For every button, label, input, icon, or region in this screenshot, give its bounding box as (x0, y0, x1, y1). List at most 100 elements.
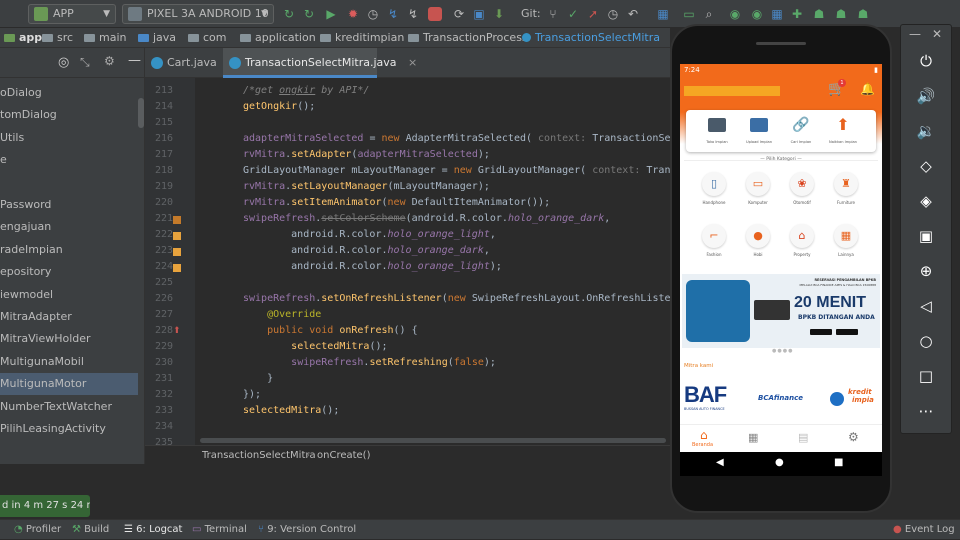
override-icon[interactable]: ⬆ (173, 326, 181, 336)
project-tree-item[interactable]: NumberTextWatcher (0, 396, 138, 418)
bell-icon[interactable]: 🔔 (860, 82, 875, 96)
minimize-icon[interactable]: — (909, 27, 921, 41)
project-tree-item[interactable]: radeImpian (0, 239, 138, 261)
phone-screen[interactable]: 7:24 ▮ 🛒 1 🔔 Toko Impian Upload Impian 🔗… (680, 64, 882, 476)
debug-icon[interactable]: ✹ (346, 7, 360, 21)
coverage-icon[interactable]: ↯ (406, 7, 420, 21)
project-tree-item[interactable]: tomDialog (0, 104, 138, 126)
project-tree-item[interactable]: MitraViewHolder (0, 328, 138, 350)
tab-transactionselectmitra-java[interactable]: TransactionSelectMitra.java × (223, 48, 417, 78)
device-combo[interactable]: PIXEL 3A ANDROID 10 ▼ (122, 4, 274, 24)
avd-manager-icon[interactable]: ▣ (472, 7, 486, 21)
profiler-button[interactable]: ◔ Profiler (14, 520, 61, 540)
structure-icon[interactable]: ▦ (656, 7, 670, 21)
search-icon[interactable]: ⌕ (702, 7, 716, 21)
version-control-button[interactable]: ⑂ 9: Version Control (258, 520, 356, 540)
build-button[interactable]: ⚒ Build (72, 520, 109, 540)
project-tree-item[interactable]: e (0, 149, 138, 171)
project-tree-item[interactable]: engajuan (0, 216, 138, 238)
git-commit-icon[interactable]: ✓ (566, 7, 580, 21)
breadcrumb-transactionselectmitra[interactable]: TransactionSelectMitra (522, 28, 660, 48)
rerun-icon[interactable]: ↻ (282, 7, 296, 21)
git-push-icon[interactable]: ➚ (586, 7, 600, 21)
volume-down-icon[interactable]: 🔉 (915, 120, 937, 142)
profile-icon[interactable]: ◷ (366, 7, 380, 21)
project-tree-item[interactable]: iewmodel (0, 284, 138, 306)
breadcrumb-java[interactable]: java (138, 28, 176, 48)
promo-banner[interactable]: RESERVASI PENGAMBILAN BPKB MELALUI BCA F… (682, 274, 880, 348)
layout-inspector-icon[interactable]: ◉ (728, 7, 742, 21)
project-tree-item[interactable]: epository (0, 261, 138, 283)
plugin-icon[interactable]: ✚ (790, 7, 804, 21)
back-icon[interactable]: ◀ (716, 457, 724, 468)
home-icon[interactable]: ● (775, 457, 784, 468)
project-tree-item[interactable]: MultigunaMobil (0, 351, 138, 373)
more-icon[interactable]: ⋯ (915, 400, 937, 422)
hide-icon[interactable]: — (128, 53, 141, 68)
project-tree-item[interactable] (0, 172, 138, 194)
run-config-combo[interactable]: APP ▼ (28, 4, 116, 24)
breadcrumb-main[interactable]: main (84, 28, 126, 48)
breadcrumb-transactionprocess[interactable]: TransactionProcess (408, 28, 528, 48)
git-history-icon[interactable]: ◷ (606, 7, 620, 21)
project-tree-item[interactable]: oDialog (0, 82, 138, 104)
power-icon[interactable]: ⏻ (915, 50, 937, 72)
git-update-icon[interactable]: ⑂ (546, 7, 560, 21)
logcat-button[interactable]: ☰ 6: Logcat (124, 520, 182, 540)
android-robot-icon[interactable]: ☗ (856, 7, 870, 21)
event-log-button[interactable]: ● Event Log (893, 520, 955, 540)
color-swatch-icon[interactable] (173, 216, 181, 224)
volume-up-icon[interactable]: 🔊 (915, 85, 937, 107)
gear-icon[interactable]: ⚙ (104, 54, 115, 68)
gear-icon[interactable]: ⚙ (848, 430, 859, 444)
back-icon[interactable]: ◁ (915, 295, 937, 317)
close-icon[interactable]: × (408, 56, 417, 69)
project-scrollbar[interactable] (138, 98, 144, 128)
home-icon[interactable]: ○ (915, 330, 937, 352)
terminal-button[interactable]: ▭ Terminal (192, 520, 247, 540)
stop-icon[interactable] (428, 7, 442, 21)
logcat-icon[interactable]: ◉ (750, 7, 764, 21)
rotate-left-icon[interactable]: ◇ (915, 155, 937, 177)
git-rollback-icon[interactable]: ↶ (626, 7, 640, 21)
overview-icon[interactable]: □ (915, 365, 937, 387)
store-icon[interactable]: ▦ (748, 431, 758, 444)
editor-crumb-class[interactable]: TransactionSelectMitra (202, 446, 316, 466)
breadcrumb-app[interactable]: app (4, 28, 42, 48)
run-icon[interactable]: ▶ (324, 7, 338, 21)
document-icon[interactable]: ▤ (798, 431, 808, 444)
project-tree-item[interactable]: Password (0, 194, 138, 216)
color-swatch-icon[interactable] (173, 264, 181, 272)
recents-icon[interactable]: ■ (834, 457, 843, 468)
project-tree-item[interactable]: MitraAdapter (0, 306, 138, 328)
color-swatch-icon[interactable] (173, 232, 181, 240)
attach-debugger-icon[interactable]: ↯ (386, 7, 400, 21)
collapse-icon[interactable]: ⤡ (80, 55, 90, 70)
breadcrumb-src[interactable]: src (42, 28, 73, 48)
apply-changes-icon[interactable]: ↻ (302, 7, 316, 21)
sync-icon[interactable]: ⟳ (452, 7, 466, 21)
color-swatch-icon[interactable] (173, 248, 181, 256)
sdk-manager-icon[interactable]: ⬇ (492, 7, 506, 21)
project-tree-item[interactable]: PilihLeasingActivity (0, 418, 138, 440)
camera-icon[interactable]: ▣ (915, 225, 937, 247)
close-icon[interactable]: ✕ (932, 27, 942, 41)
terminal-icon[interactable]: ▭ (682, 7, 696, 21)
editor-crumb-method[interactable]: onCreate() (317, 446, 371, 466)
rotate-right-icon[interactable]: ◈ (915, 190, 937, 212)
status-bar: 7:24 ▮ (680, 64, 882, 76)
breadcrumb-kreditimpian[interactable]: kreditimpian (320, 28, 404, 48)
project-tree-item[interactable]: Utils (0, 127, 138, 149)
android-robot-icon[interactable]: ☗ (834, 7, 848, 21)
zoom-icon[interactable]: ⊕ (915, 260, 937, 282)
breadcrumb-application[interactable]: application (240, 28, 316, 48)
android-robot-icon[interactable]: ☗ (812, 7, 826, 21)
horizontal-scrollbar[interactable] (200, 438, 666, 443)
breadcrumb-com[interactable]: com (188, 28, 227, 48)
target-icon[interactable]: ◎ (58, 55, 69, 70)
device-manager-icon[interactable]: ▦ (770, 7, 784, 21)
code-editor[interactable]: /*get ongkir by API*/getOngkir(); adapter… (195, 78, 670, 445)
category-label: Lainnya (838, 252, 854, 257)
project-tree-item[interactable]: MultigunaMotor (0, 373, 138, 396)
tab-cart-java[interactable]: Cart.java (145, 48, 223, 78)
